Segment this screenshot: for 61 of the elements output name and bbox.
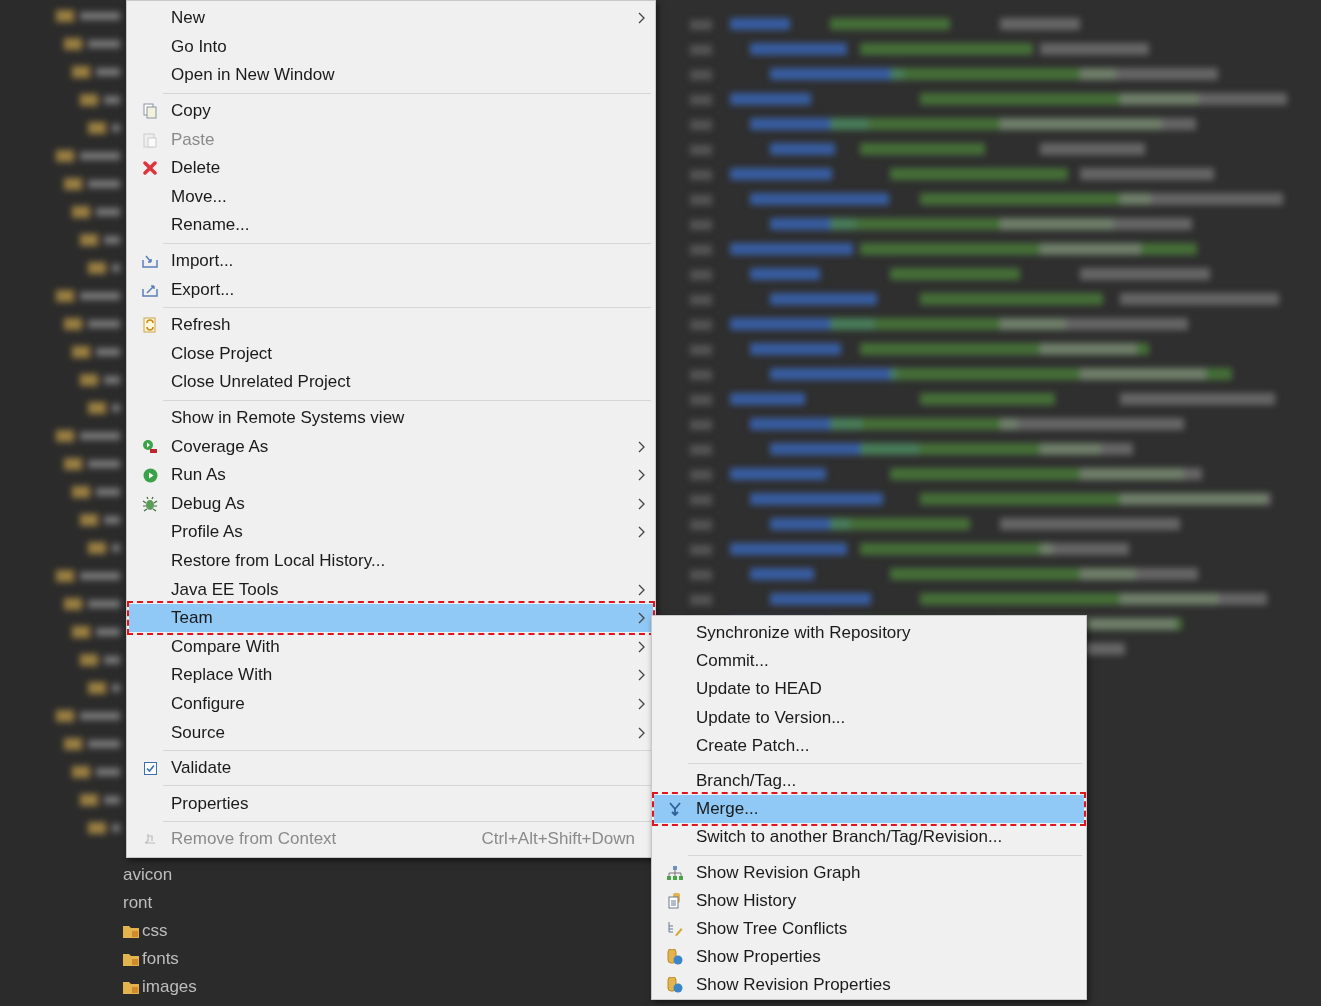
menu-item[interactable]: Delete bbox=[129, 153, 653, 183]
menu-item[interactable]: Move... bbox=[129, 182, 653, 212]
menu-item[interactable]: Show Revision Properties bbox=[654, 971, 1084, 1000]
menu-item[interactable]: Branch/Tag... bbox=[654, 766, 1084, 796]
menu-item[interactable]: Validate bbox=[129, 753, 653, 783]
history-icon bbox=[668, 892, 682, 909]
menu-item[interactable]: Update to Version... bbox=[654, 703, 1084, 732]
menu-item[interactable]: Restore from Local History... bbox=[129, 546, 653, 576]
folder-icon bbox=[123, 980, 139, 994]
folder-name[interactable]: fonts bbox=[142, 949, 179, 969]
folder-name[interactable]: ront bbox=[123, 893, 153, 913]
export-icon bbox=[142, 282, 158, 297]
menu-item[interactable]: Team bbox=[129, 603, 653, 633]
menu-item[interactable]: Show Properties bbox=[654, 943, 1084, 972]
tree-icon bbox=[667, 920, 683, 937]
folder-name[interactable]: images bbox=[142, 977, 197, 997]
copy-icon bbox=[143, 103, 157, 120]
bug-icon bbox=[142, 495, 158, 512]
menu-item[interactable]: Rename... bbox=[129, 211, 653, 240]
folder-name[interactable]: avicon bbox=[123, 865, 173, 885]
merge-icon bbox=[668, 801, 682, 818]
menu-item[interactable]: New bbox=[129, 4, 653, 33]
menu-item[interactable]: Coverage As bbox=[129, 432, 653, 461]
menu-item[interactable]: Show Tree Conflicts bbox=[654, 914, 1084, 944]
menu-item[interactable]: Close Unrelated Project bbox=[129, 368, 653, 397]
folder-icon bbox=[123, 924, 139, 938]
menu-item[interactable]: Show in Remote Systems view bbox=[129, 403, 653, 433]
menu-item[interactable]: Open in New Window bbox=[129, 61, 653, 90]
menu-item[interactable]: Properties bbox=[129, 789, 653, 819]
remove-icon bbox=[142, 832, 158, 847]
menu-item[interactable]: Profile As bbox=[129, 518, 653, 547]
menu-item[interactable]: Update to HEAD bbox=[654, 675, 1084, 704]
paste-icon bbox=[143, 131, 157, 148]
properties-icon bbox=[667, 949, 683, 966]
import-icon bbox=[142, 254, 158, 269]
menu-item[interactable]: Debug As bbox=[129, 489, 653, 519]
menu-item[interactable]: Merge... bbox=[654, 795, 1084, 824]
refresh-icon bbox=[143, 317, 157, 334]
menu-item[interactable]: Close Project bbox=[129, 339, 653, 369]
coverage-icon bbox=[142, 438, 158, 455]
menu-item[interactable]: Commit... bbox=[654, 647, 1084, 676]
delete-icon bbox=[143, 161, 157, 176]
menu-item[interactable]: Export... bbox=[129, 275, 653, 304]
menu-item[interactable]: Create Patch... bbox=[654, 731, 1084, 760]
menu-item[interactable]: Copy bbox=[129, 96, 653, 126]
menu-item[interactable]: Show Revision Graph bbox=[654, 858, 1084, 887]
menu-item[interactable]: Switch to another Branch/Tag/Revision... bbox=[654, 823, 1084, 852]
run-icon bbox=[142, 467, 158, 483]
menu-item[interactable]: Java EE Tools bbox=[129, 575, 653, 604]
menu-item[interactable]: Synchronize with Repository bbox=[654, 619, 1084, 648]
menu-item[interactable]: Run As bbox=[129, 460, 653, 490]
graph-icon bbox=[667, 865, 683, 880]
menu-item[interactable]: Show History bbox=[654, 886, 1084, 915]
folder-name[interactable]: css bbox=[142, 921, 168, 941]
menu-item[interactable]: Go Into bbox=[129, 32, 653, 62]
folder-icon bbox=[123, 952, 139, 966]
shortcut-text: Ctrl+Alt+Shift+Down bbox=[481, 829, 635, 850]
menu-item[interactable]: Refresh bbox=[129, 310, 653, 340]
menu-item[interactable]: Import... bbox=[129, 246, 653, 276]
properties-icon bbox=[667, 977, 683, 994]
checkbox[interactable] bbox=[143, 761, 157, 775]
